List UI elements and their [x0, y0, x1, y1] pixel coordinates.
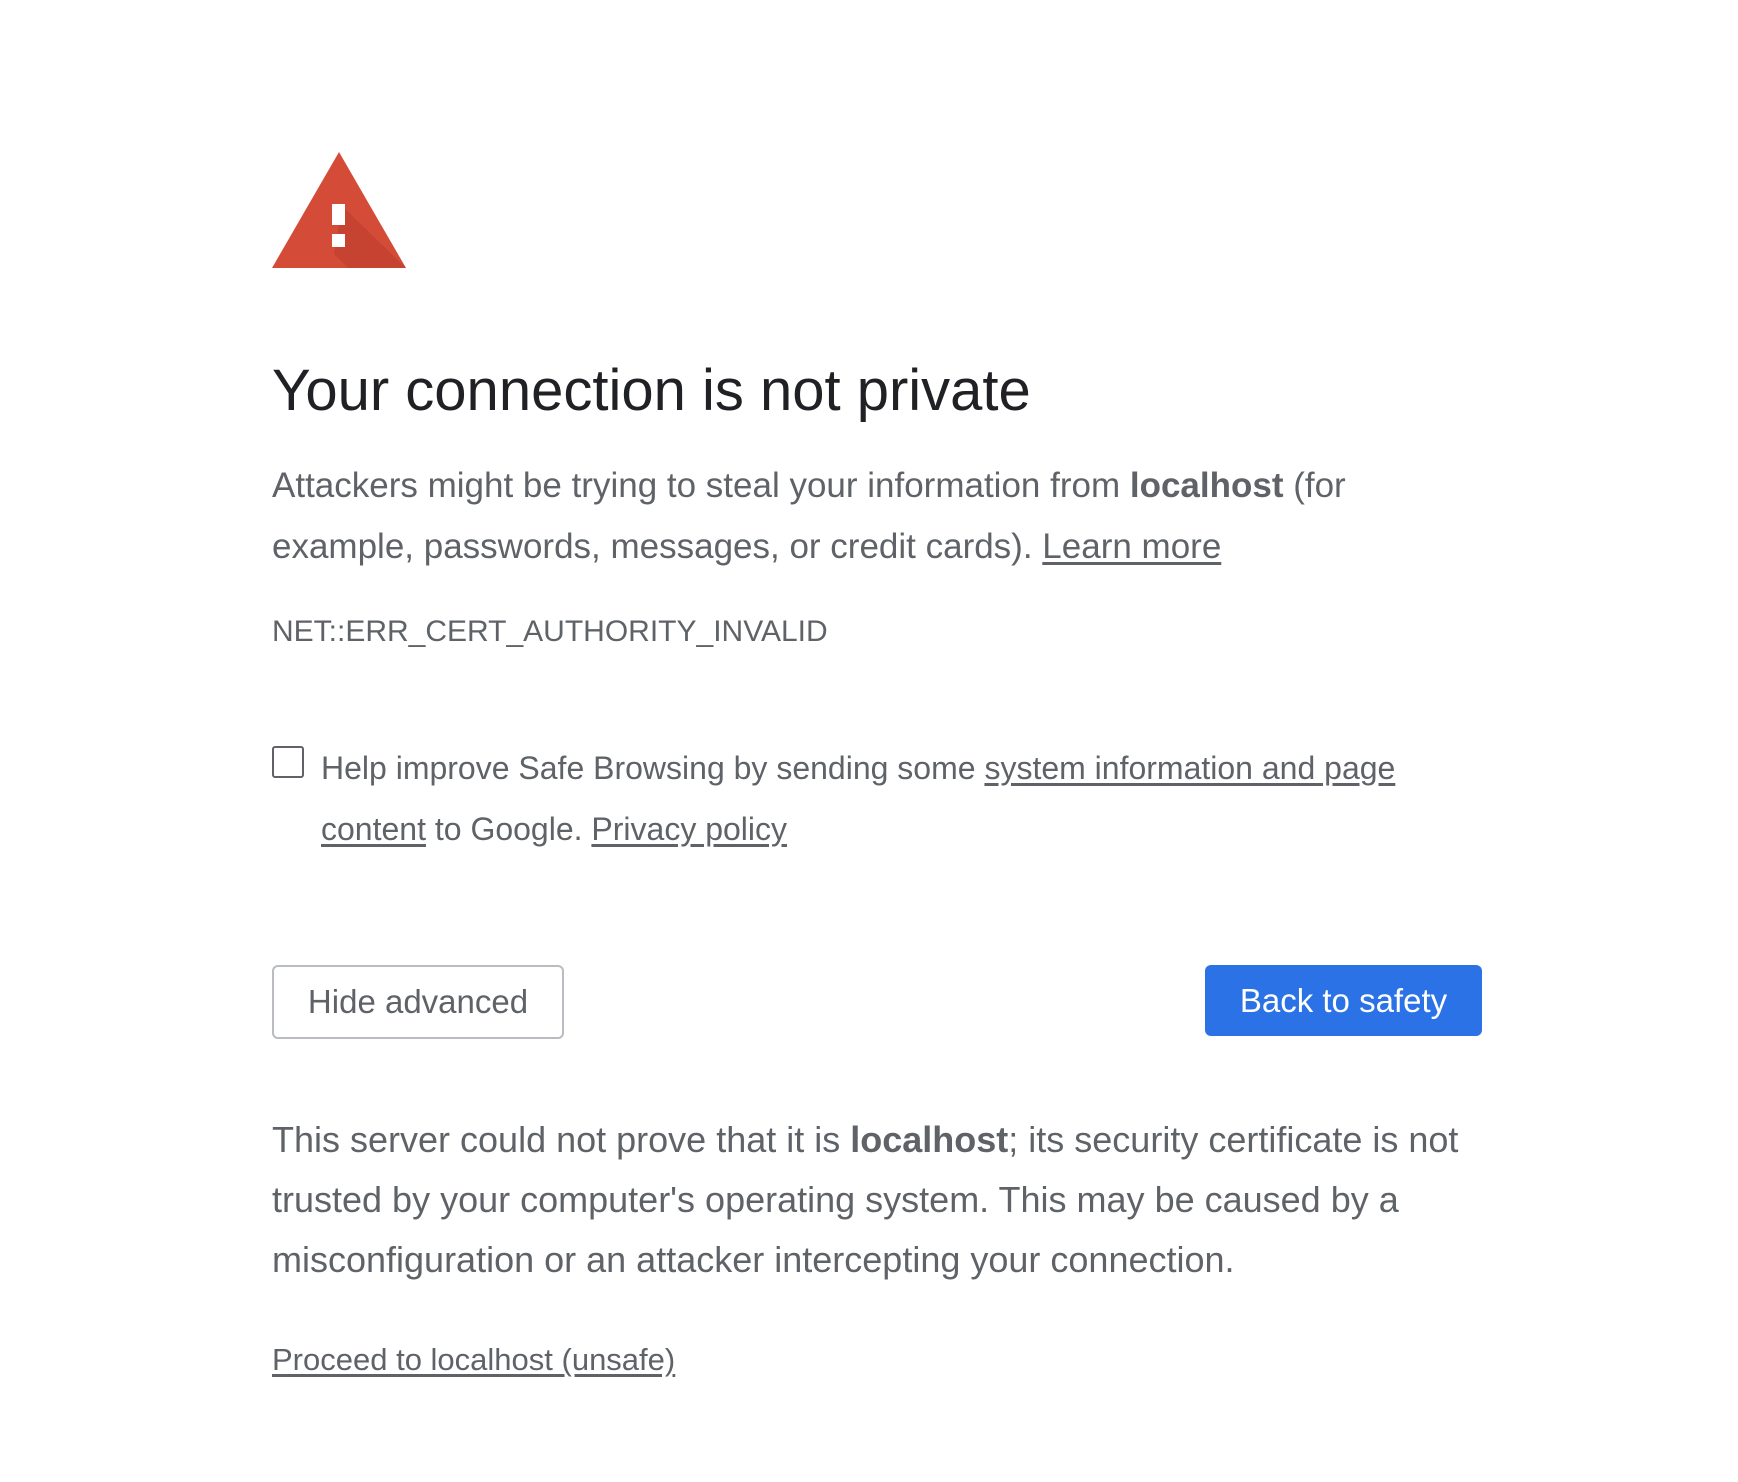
safe-browsing-prefix: Help improve Safe Browsing by sending so…: [321, 750, 985, 786]
proceed-row: Proceed to localhost (unsafe): [272, 1340, 675, 1380]
learn-more-link[interactable]: Learn more: [1042, 527, 1221, 566]
explanation-text: Attackers might be trying to steal your …: [272, 455, 1482, 577]
explanation-prefix: Attackers might be trying to steal your …: [272, 466, 1130, 505]
safe-browsing-label: Help improve Safe Browsing by sending so…: [321, 738, 1471, 860]
error-code: NET::ERR_CERT_AUTHORITY_INVALID: [272, 615, 828, 648]
page-title: Your connection is not private: [272, 358, 1031, 423]
back-to-safety-button[interactable]: Back to safety: [1205, 965, 1482, 1036]
warning-triangle-icon: [272, 152, 406, 268]
privacy-policy-link[interactable]: Privacy policy: [591, 811, 787, 847]
details-text: This server could not prove that it is l…: [272, 1110, 1482, 1290]
safe-browsing-middle: to Google.: [425, 811, 592, 847]
proceed-unsafe-link[interactable]: Proceed to localhost (unsafe): [272, 1342, 675, 1377]
hide-advanced-button[interactable]: Hide advanced: [272, 965, 564, 1039]
safe-browsing-checkbox[interactable]: [272, 746, 304, 778]
explanation-host: localhost: [1129, 466, 1284, 505]
details-host: localhost: [850, 1119, 1009, 1160]
details-prefix: This server could not prove that it is: [272, 1119, 851, 1160]
